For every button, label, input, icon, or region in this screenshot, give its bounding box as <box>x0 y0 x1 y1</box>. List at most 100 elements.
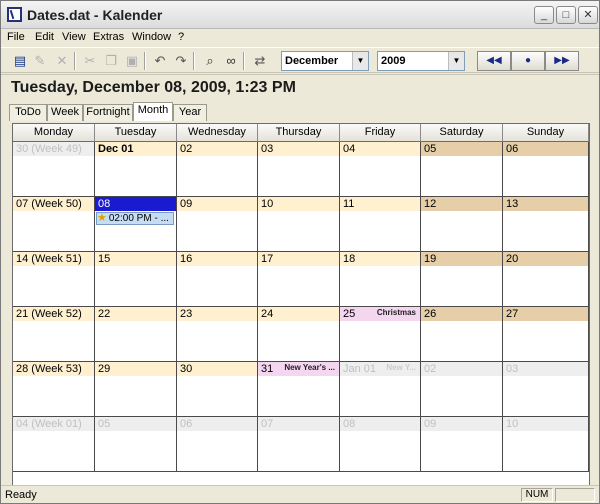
day-cell[interactable]: 29 <box>95 362 177 417</box>
binoculars-icon[interactable]: ∞ <box>222 52 240 70</box>
day-cell[interactable]: 30 (Week 49) <box>13 142 95 197</box>
toolbar-separator <box>243 52 245 70</box>
day-cell[interactable]: 28 (Week 53) <box>13 362 95 417</box>
day-label: 12 <box>424 198 437 210</box>
day-cell[interactable]: 08 ★ 02:00 PM - ... <box>95 197 177 252</box>
holiday-label[interactable]: Christmas <box>377 307 416 319</box>
menu-window[interactable]: Window <box>132 31 171 43</box>
day-cell[interactable]: 05 <box>421 142 503 197</box>
next-month-button[interactable]: ▶▶ <box>545 51 579 71</box>
day-cell[interactable]: 11 <box>340 197 421 252</box>
day-cell[interactable]: 13 <box>503 197 589 252</box>
cut-icon[interactable]: ✂ <box>81 52 99 70</box>
day-cell[interactable]: 09 <box>177 197 258 252</box>
day-cell[interactable]: 16 <box>177 252 258 307</box>
find-icon[interactable]: ⌕ <box>201 52 219 70</box>
day-cell[interactable]: 03 <box>258 142 340 197</box>
day-cell[interactable]: 09 <box>421 417 503 472</box>
day-label: 27 <box>506 308 519 320</box>
day-number: 07 <box>258 417 339 431</box>
day-cell[interactable]: 27 <box>503 307 589 362</box>
menu-extras[interactable]: Extras <box>93 31 124 43</box>
day-cell[interactable]: 19 <box>421 252 503 307</box>
window-title: Dates.dat - Kalender <box>27 7 163 23</box>
day-number: 13 <box>503 197 588 211</box>
day-cell[interactable]: 06 <box>503 142 589 197</box>
day-cell[interactable]: 08 <box>340 417 421 472</box>
weekday-header: Thursday <box>258 124 340 142</box>
year-select[interactable]: 2009 ▼ <box>377 51 465 71</box>
undo-icon[interactable]: ↶ <box>151 52 169 70</box>
day-number: 06 <box>177 417 257 431</box>
star-icon: ★ <box>97 212 107 224</box>
day-label: 16 <box>180 253 193 265</box>
copy-icon[interactable]: ❐ <box>102 52 120 70</box>
chevron-down-icon[interactable]: ▼ <box>352 52 368 70</box>
new-entry-icon[interactable]: ▤ <box>11 52 29 70</box>
day-number: 18 <box>340 252 420 266</box>
close-button[interactable]: ✕ <box>578 6 598 24</box>
day-cell[interactable]: 24 <box>258 307 340 362</box>
day-label: 14 (Week 51) <box>16 253 82 265</box>
day-cell[interactable]: 14 (Week 51) <box>13 252 95 307</box>
tab-todo[interactable]: ToDo <box>9 104 47 121</box>
day-label: 10 <box>261 198 274 210</box>
day-cell[interactable]: 31 New Year's ... <box>258 362 340 417</box>
menu-edit[interactable]: Edit <box>35 31 54 43</box>
day-cell[interactable]: 15 <box>95 252 177 307</box>
day-cell[interactable]: 10 <box>258 197 340 252</box>
tab-fortnight[interactable]: Fortnight <box>83 104 133 121</box>
appointment-entry[interactable]: ★ 02:00 PM - ... <box>96 212 174 225</box>
redo-icon[interactable]: ↷ <box>172 52 190 70</box>
day-cell[interactable]: 07 (Week 50) <box>13 197 95 252</box>
day-cell[interactable]: 03 <box>503 362 589 417</box>
swap-icon[interactable]: ⇄ <box>251 52 269 70</box>
day-cell[interactable]: Jan 01 New Y... <box>340 362 421 417</box>
day-cell[interactable]: 18 <box>340 252 421 307</box>
day-cell[interactable]: 23 <box>177 307 258 362</box>
day-cell[interactable]: 30 <box>177 362 258 417</box>
day-cell[interactable]: Dec 01 <box>95 142 177 197</box>
day-number: 10 <box>503 417 588 431</box>
menu-help[interactable]: ? <box>178 31 184 43</box>
day-label: 02 <box>424 363 437 375</box>
day-cell[interactable]: 26 <box>421 307 503 362</box>
tab-week[interactable]: Week <box>47 104 83 121</box>
previous-month-button[interactable]: ◀◀ <box>477 51 511 71</box>
day-cell[interactable]: 02 <box>421 362 503 417</box>
day-cell[interactable]: 17 <box>258 252 340 307</box>
day-cell[interactable]: 25 Christmas <box>340 307 421 362</box>
day-cell[interactable]: 07 <box>258 417 340 472</box>
day-cell[interactable]: 04 (Week 01) <box>13 417 95 472</box>
day-cell[interactable]: 22 <box>95 307 177 362</box>
status-text: Ready <box>5 489 37 501</box>
chevron-down-icon[interactable]: ▼ <box>448 52 464 70</box>
day-cell[interactable]: 10 <box>503 417 589 472</box>
month-select[interactable]: December ▼ <box>281 51 369 71</box>
day-number: 03 <box>503 362 588 376</box>
delete-icon[interactable]: ✕ <box>53 52 71 70</box>
day-cell[interactable]: 05 <box>95 417 177 472</box>
day-cell[interactable]: 06 <box>177 417 258 472</box>
menu-view[interactable]: View <box>62 31 86 43</box>
title-bar[interactable]: Dates.dat - Kalender _ □ ✕ <box>1 1 599 29</box>
minimize-button[interactable]: _ <box>534 6 554 24</box>
edit-icon[interactable]: ✎ <box>31 52 49 70</box>
tab-year[interactable]: Year <box>173 104 207 121</box>
menu-file[interactable]: File <box>7 31 25 43</box>
paste-icon[interactable]: ▣ <box>123 52 141 70</box>
day-cell[interactable]: 20 <box>503 252 589 307</box>
day-label: 07 (Week 50) <box>16 198 82 210</box>
day-cell[interactable]: 21 (Week 52) <box>13 307 95 362</box>
day-number: 05 <box>421 142 502 156</box>
toolbar: ▤ ✎ ✕ ✂ ❐ ▣ ↶ ↷ ⌕ ∞ ⇄ December ▼ 2009 ▼ … <box>1 47 599 73</box>
day-cell[interactable]: 12 <box>421 197 503 252</box>
day-label: 21 (Week 52) <box>16 308 82 320</box>
tab-month[interactable]: Month <box>133 102 173 121</box>
day-cell[interactable]: 02 <box>177 142 258 197</box>
day-cell[interactable]: 04 <box>340 142 421 197</box>
today-button[interactable]: ● <box>511 51 545 71</box>
maximize-button[interactable]: □ <box>556 6 576 24</box>
holiday-label[interactable]: New Year's ... <box>284 362 335 374</box>
holiday-label[interactable]: New Y... <box>386 362 416 374</box>
